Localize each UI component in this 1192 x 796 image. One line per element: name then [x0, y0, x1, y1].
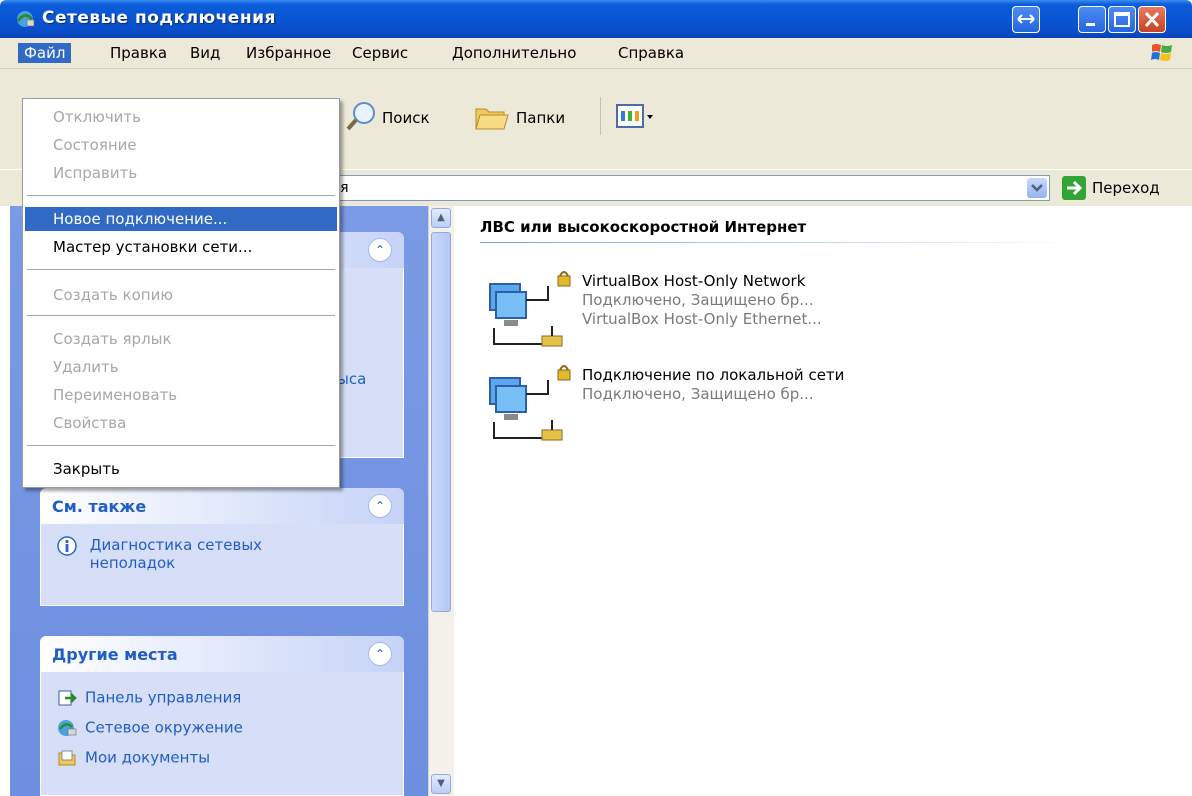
chevron-down-icon[interactable]: [1027, 178, 1047, 198]
menu-help[interactable]: Справка: [612, 43, 690, 63]
views-icon[interactable]: [616, 103, 656, 131]
collapse-icon[interactable]: ⌃: [368, 238, 392, 262]
other-places-header: Другие места ⌃: [40, 636, 404, 672]
scroll-down-icon[interactable]: ▼: [431, 774, 451, 794]
menu-item-new-connection[interactable]: Новое подключение...: [25, 207, 337, 231]
control-panel-link[interactable]: Панель управления: [57, 688, 241, 708]
scroll-up-icon[interactable]: ▲: [431, 208, 451, 228]
connection-status: Подключено, Защищено бр...: [582, 385, 814, 403]
connection-name: VirtualBox Host-Only Network: [582, 272, 806, 290]
menu-tools[interactable]: Сервис: [346, 43, 414, 63]
maximize-button[interactable]: [1108, 6, 1136, 33]
folders-icon: [475, 108, 509, 130]
see-also-title: См. также: [52, 497, 147, 516]
menu-item-network-setup-wizard[interactable]: Мастер установки сети...: [25, 235, 337, 259]
menu-item-rename[interactable]: Переименовать: [25, 383, 337, 407]
title-bar[interactable]: Сетевые подключения: [0, 0, 1192, 38]
menu-advanced[interactable]: Дополнительно: [446, 43, 582, 63]
go-button[interactable]: Переход: [1092, 179, 1160, 197]
menu-item-disconnect[interactable]: Отключить: [25, 105, 337, 129]
info-icon: [57, 536, 77, 556]
collapse-icon[interactable]: ⌃: [368, 642, 392, 666]
address-input[interactable]: ия: [260, 175, 1050, 201]
close-button[interactable]: [1138, 6, 1166, 33]
diagnostics-label: Диагностика сетевых неполадок: [89, 536, 263, 572]
menu-view[interactable]: Вид: [184, 43, 226, 63]
go-arrow-icon[interactable]: [1062, 176, 1086, 200]
connection-status: Подключено, Защищено бр...: [582, 291, 814, 309]
connection-item[interactable]: Подключение по локальной сети Подключено…: [486, 364, 906, 454]
group-title: ЛВС или высокоскоростной Интернет: [480, 218, 807, 236]
menu-bar: Файл Правка Вид Избранное Сервис Дополни…: [0, 38, 1192, 69]
network-places-icon: [58, 720, 77, 736]
connection-name: Подключение по локальной сети: [582, 366, 845, 384]
windows-logo-icon: [1151, 44, 1172, 61]
connection-device: VirtualBox Host-Only Ethernet...: [582, 310, 822, 328]
network-connections-icon: [16, 11, 35, 27]
group-divider: [480, 242, 1080, 243]
menu-edit[interactable]: Правка: [104, 43, 173, 63]
network-connection-icon: [489, 365, 571, 441]
my-documents-label: Мои документы: [85, 748, 211, 767]
menu-item-close[interactable]: Закрыть: [25, 457, 337, 481]
task-pane-scrollbar[interactable]: ▲ ▼: [428, 206, 454, 796]
menu-item-create-shortcut[interactable]: Создать ярлык: [25, 327, 337, 351]
folders-button[interactable]: Папки: [516, 109, 565, 127]
menu-item-status[interactable]: Состояние: [25, 133, 337, 157]
other-places-body: Панель управления Сетевое окружение Мои …: [40, 672, 404, 796]
control-panel-label: Панель управления: [85, 688, 242, 707]
my-documents-link[interactable]: Мои документы: [57, 748, 210, 768]
menu-separator: [27, 195, 335, 196]
collapse-icon[interactable]: ⌃: [368, 494, 392, 518]
menu-separator: [27, 269, 335, 270]
network-places-link[interactable]: Сетевое окружение: [57, 718, 243, 738]
control-panel-icon: [58, 690, 77, 706]
my-documents-icon: [58, 750, 76, 766]
network-connection-icon: [489, 271, 571, 347]
menu-item-properties[interactable]: Свойства: [25, 411, 337, 435]
diagnostics-link[interactable]: Диагностика сетевых неполадок: [57, 536, 300, 572]
menu-separator: [27, 315, 335, 316]
see-also-header: См. также ⌃: [40, 488, 404, 524]
menu-item-delete[interactable]: Удалить: [25, 355, 337, 379]
menu-separator: [27, 445, 335, 446]
minimize-button[interactable]: [1078, 6, 1106, 33]
network-places-label: Сетевое окружение: [85, 718, 243, 737]
connections-view: ЛВС или высокоскоростной Интернет Virtua…: [456, 206, 1192, 796]
menu-file[interactable]: Файл: [18, 43, 72, 63]
toolbar-separator: [600, 97, 601, 135]
menu-favorites[interactable]: Избранное: [240, 43, 337, 63]
window-title: Сетевые подключения: [42, 8, 276, 28]
menu-item-copy[interactable]: Создать копию: [25, 283, 337, 307]
file-menu-dropdown: Отключить Состояние Исправить Новое подк…: [22, 98, 340, 488]
search-icon: [346, 102, 375, 131]
search-button[interactable]: Поиск: [382, 109, 430, 127]
see-also-body: Диагностика сетевых неполадок: [40, 524, 404, 606]
menu-item-repair[interactable]: Исправить: [25, 161, 337, 185]
other-places-title: Другие места: [52, 645, 178, 664]
restore-icon[interactable]: [1012, 6, 1040, 33]
partial-task-label: ыса: [337, 370, 367, 388]
connection-item[interactable]: VirtualBox Host-Only Network Подключено,…: [486, 270, 906, 360]
scroll-thumb[interactable]: [431, 232, 451, 612]
